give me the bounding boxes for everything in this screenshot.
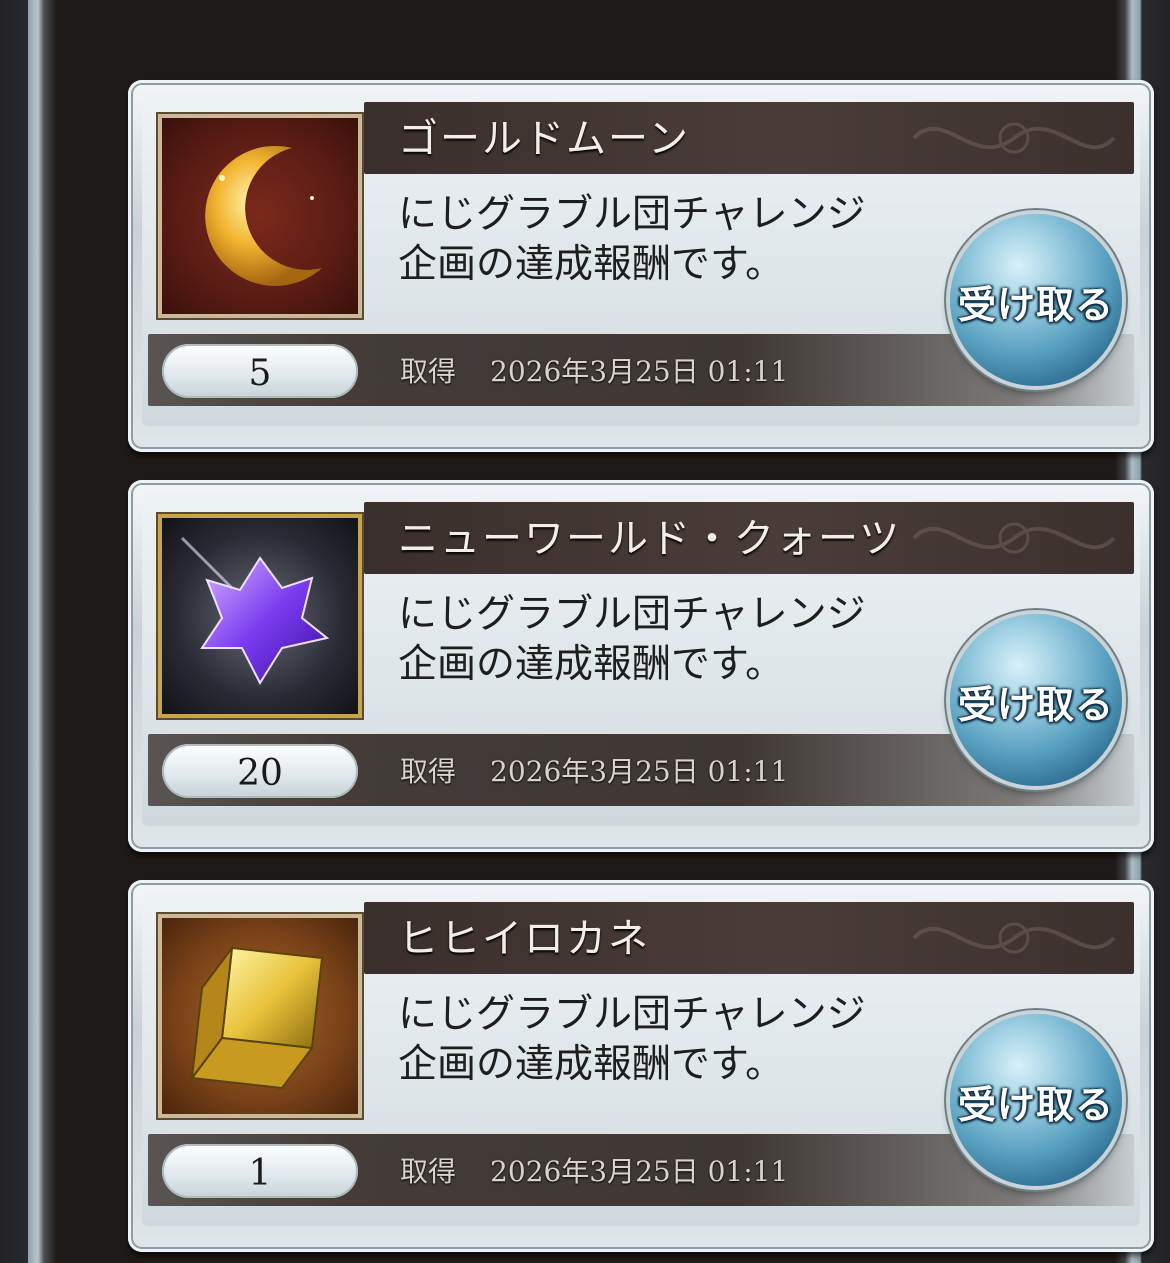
- claim-button[interactable]: 受け取る: [950, 614, 1122, 786]
- item-description: にじグラブル団チャレンジ 企画の達成報酬です。: [398, 592, 866, 687]
- ornament-icon: [912, 522, 1116, 554]
- acquired-label: 取得: [400, 1155, 457, 1188]
- hihiirokane-icon: [158, 914, 362, 1118]
- reward-card: ニューワールド・クォーツ にじグラブル団チャレンジ 企画の達成報酬です。 20 …: [128, 480, 1154, 852]
- acquired-date: 2026年3月25日 01:11: [490, 1155, 789, 1188]
- claim-button[interactable]: 受け取る: [950, 1014, 1122, 1186]
- acquired-date: 2026年3月25日 01:11: [490, 755, 789, 788]
- acquired-label: 取得: [400, 355, 457, 388]
- item-name: ゴールドムーン: [398, 116, 690, 162]
- item-name: ヒヒイロカネ: [398, 916, 650, 962]
- item-quantity: 20: [162, 744, 358, 798]
- reward-card-body: ゴールドムーン にじグラブル団チャレンジ 企画の達成報酬です。 5 取得 202…: [142, 94, 1140, 426]
- acquired-label: 取得: [400, 755, 457, 788]
- item-title-bar: ゴールドムーン: [364, 102, 1134, 174]
- item-description: にじグラブル団チャレンジ 企画の達成報酬です。: [398, 992, 866, 1087]
- crystal-icon: [180, 536, 330, 686]
- item-description: にじグラブル団チャレンジ 企画の達成報酬です。: [398, 192, 866, 287]
- item-title-bar: ヒヒイロカネ: [364, 902, 1134, 974]
- item-quantity: 5: [162, 344, 358, 398]
- claim-button-label: 受け取る: [957, 683, 1114, 727]
- reward-card: ゴールドムーン にじグラブル団チャレンジ 企画の達成報酬です。 5 取得 202…: [128, 80, 1154, 452]
- gold-ingot-icon: [190, 944, 324, 1090]
- gold-moon-icon: [158, 114, 362, 318]
- claim-button-label: 受け取る: [957, 1083, 1114, 1127]
- reward-list: ゴールドムーン にじグラブル団チャレンジ 企画の達成報酬です。 5 取得 202…: [56, 0, 1154, 1263]
- item-name: ニューワールド・クォーツ: [398, 516, 902, 562]
- new-world-quartz-icon: [158, 514, 362, 718]
- item-quantity: 1: [162, 1144, 358, 1198]
- reward-card: ヒヒイロカネ にじグラブル団チャレンジ 企画の達成報酬です。 1 取得 2026…: [128, 880, 1154, 1252]
- claim-button-label: 受け取る: [957, 283, 1114, 327]
- app-frame: ゴールドムーン にじグラブル団チャレンジ 企画の達成報酬です。 5 取得 202…: [0, 0, 1170, 1263]
- acquired-date: 2026年3月25日 01:11: [490, 355, 789, 388]
- item-title-bar: ニューワールド・クォーツ: [364, 502, 1134, 574]
- reward-card-body: ニューワールド・クォーツ にじグラブル団チャレンジ 企画の達成報酬です。 20 …: [142, 494, 1140, 826]
- crescent-moon-icon: [205, 145, 322, 286]
- ornament-icon: [912, 922, 1116, 954]
- ornament-icon: [912, 122, 1116, 154]
- claim-button[interactable]: 受け取る: [950, 214, 1122, 386]
- reward-card-body: ヒヒイロカネ にじグラブル団チャレンジ 企画の達成報酬です。 1 取得 2026…: [142, 894, 1140, 1226]
